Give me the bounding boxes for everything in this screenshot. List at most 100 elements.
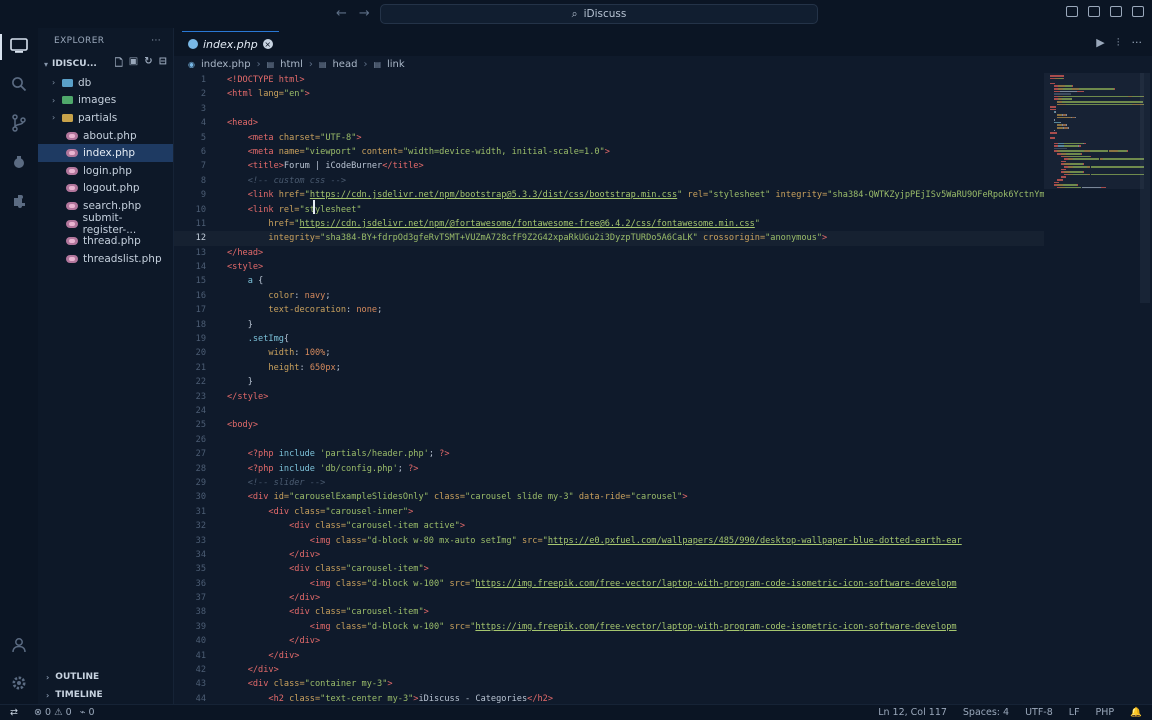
- arrow-left-icon[interactable]: ←: [336, 6, 347, 21]
- split-editor-icon[interactable]: ⫶: [1117, 36, 1120, 50]
- breadcrumb-item[interactable]: link: [387, 59, 405, 70]
- breadcrumb-item[interactable]: html: [280, 59, 303, 70]
- tree-folder[interactable]: › images: [38, 92, 173, 110]
- minimap-line: [1071, 88, 1079, 90]
- toggle-sidebar-icon[interactable]: [1066, 6, 1078, 17]
- toggle-panel-icon[interactable]: [1088, 6, 1100, 17]
- more-actions-button[interactable]: ···: [151, 36, 161, 46]
- code-token: name=: [278, 146, 305, 157]
- refresh-icon[interactable]: ↻: [144, 56, 152, 73]
- code-line: 35 <div class="carousel-item">: [174, 562, 1044, 576]
- end-of-line[interactable]: LF: [1069, 707, 1080, 718]
- minimap-line: [1117, 150, 1127, 152]
- minimap-line: [1058, 85, 1066, 87]
- ports-indicator[interactable]: ⌁ 0: [80, 707, 95, 718]
- notifications-icon[interactable]: 🔔: [1130, 707, 1142, 718]
- explorer-icon[interactable]: [9, 36, 29, 56]
- line-number: 13: [195, 247, 206, 258]
- code-line: 23 </style>: [174, 390, 1044, 404]
- run-icon[interactable]: ▶: [1096, 36, 1104, 50]
- account-icon[interactable]: [9, 635, 29, 655]
- title-bar: ← → ⌕ iDiscuss: [0, 0, 1152, 28]
- code-token: rel=: [278, 204, 300, 215]
- minimap-line: [1101, 186, 1106, 189]
- status-right: Ln 12, Col 117 Spaces: 4 UTF-8 LF PHP 🔔: [878, 707, 1142, 718]
- minimap-line: [1053, 181, 1059, 184]
- code-line: 43 <div class="container my-3">: [174, 677, 1044, 691]
- run-debug-icon[interactable]: [9, 152, 29, 172]
- minimap[interactable]: [1044, 73, 1152, 704]
- encoding[interactable]: UTF-8: [1025, 707, 1053, 718]
- line-number: 26: [195, 434, 206, 445]
- more-icon[interactable]: ···: [1132, 36, 1143, 50]
- tree-file[interactable]: submit-register-...: [38, 212, 173, 236]
- tree-file[interactable]: logout.php: [38, 180, 173, 198]
- minimap-line: [1053, 129, 1055, 132]
- timeline-section[interactable]: › TIMELINE: [38, 686, 174, 704]
- minimap-line: [1062, 77, 1064, 80]
- code-token: "UTF-8": [320, 132, 357, 143]
- collapse-all-icon[interactable]: ⊟: [159, 56, 167, 73]
- tree-file[interactable]: thread.php: [38, 232, 173, 250]
- line-source: </div>: [227, 634, 320, 648]
- code-token: integrity=: [268, 233, 321, 244]
- outline-section[interactable]: › OUTLINE: [38, 668, 174, 686]
- new-file-icon[interactable]: 🗋: [115, 56, 123, 73]
- cursor-position[interactable]: Ln 12, Col 117: [878, 707, 947, 718]
- php-file-icon: [66, 166, 78, 175]
- problems-indicator[interactable]: ⊗ 0 ⚠ 0: [34, 707, 72, 718]
- project-folder-row[interactable]: ▾ IDISCU... 🗋 ▣ ↻ ⊟: [38, 54, 173, 74]
- command-center-search[interactable]: ⌕ iDiscuss: [380, 4, 818, 24]
- minimap-line: [1069, 155, 1090, 158]
- indentation[interactable]: Spaces: 4: [963, 707, 1009, 718]
- search-icon[interactable]: [9, 74, 29, 94]
- gear-icon[interactable]: [9, 673, 29, 693]
- new-folder-icon[interactable]: ▣: [129, 56, 138, 73]
- code-token: 'db/config.php': [320, 463, 398, 474]
- line-number: 29: [195, 477, 206, 488]
- toggle-secondary-sidebar-icon[interactable]: [1110, 6, 1122, 17]
- tree-file[interactable]: index.php: [38, 144, 173, 162]
- minimap-line: [1050, 75, 1064, 77]
- activity-bar: [0, 28, 38, 704]
- close-icon[interactable]: ×: [262, 39, 273, 49]
- code-token: {: [258, 276, 264, 287]
- element-symbol-icon: ▤: [266, 59, 275, 69]
- line-number: 23: [195, 391, 206, 402]
- extensions-icon[interactable]: [9, 191, 29, 211]
- minimap-line: [1050, 132, 1058, 134]
- minimap-line: [1089, 150, 1109, 152]
- tree-file[interactable]: threadslist.php: [38, 250, 173, 268]
- tree-file[interactable]: about.php: [38, 127, 173, 145]
- remote-icon[interactable]: ⇄: [0, 705, 28, 720]
- minimap-line: [1061, 98, 1073, 100]
- breadcrumb: ◉ index.php › ▤ html › ▤ head › ▤ link: [174, 56, 1152, 72]
- tab-index-php[interactable]: index.php ×: [182, 31, 279, 56]
- tree-file[interactable]: login.php: [38, 162, 173, 180]
- breadcrumb-item[interactable]: index.php: [201, 59, 251, 70]
- language-mode[interactable]: PHP: [1096, 707, 1115, 718]
- customize-layout-icon[interactable]: [1132, 6, 1144, 17]
- tree-folder[interactable]: › db: [38, 74, 173, 92]
- source-control-icon[interactable]: [9, 113, 29, 133]
- tree-folder[interactable]: › partials: [38, 109, 173, 127]
- breadcrumb-item[interactable]: head: [332, 59, 357, 70]
- chevron-right-icon: ›: [46, 690, 50, 700]
- line-number: 8: [200, 175, 206, 186]
- minimap-line: [1077, 184, 1078, 186]
- line-number: 21: [195, 362, 206, 373]
- line-source: <link rel="stylesheet": [227, 203, 362, 217]
- minimap-line: [1057, 179, 1063, 181]
- vertical-scrollbar[interactable]: [1140, 73, 1150, 303]
- arrow-right-icon[interactable]: →: [359, 6, 370, 21]
- line-number: 27: [195, 449, 206, 460]
- minimap-line: [1053, 93, 1071, 95]
- code-editor[interactable]: 1 <!DOCTYPE html> 2 <html lang="en"> 3 4 <head…: [174, 73, 1044, 704]
- folder-icon: [62, 78, 73, 87]
- code-token: "text-center my-3": [320, 693, 414, 704]
- code-token: <!-- slider -->: [227, 477, 326, 488]
